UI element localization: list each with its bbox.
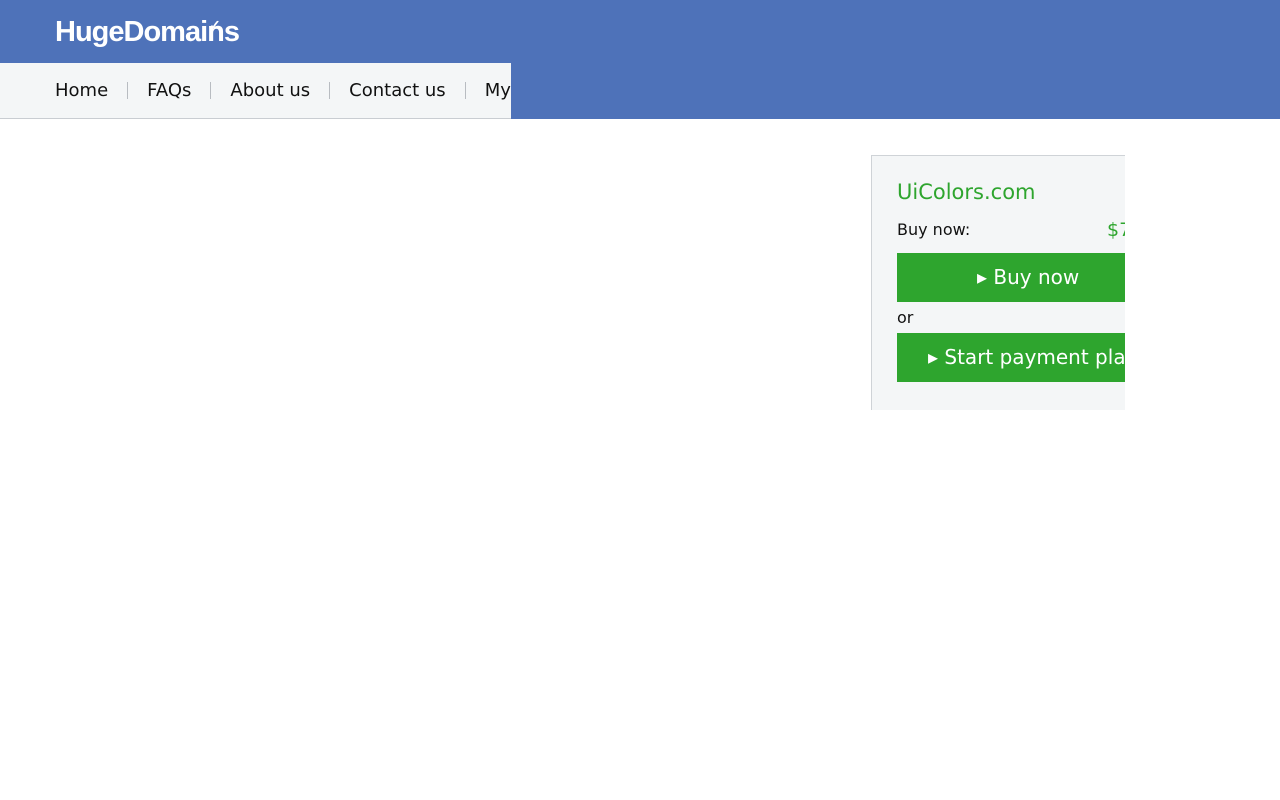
domain-name: UiColors.com [897, 180, 1036, 204]
checkmark-icon: ✓ [209, 17, 221, 33]
main-nav: Home FAQs About us Contact us My ac [0, 63, 511, 119]
nav-faqs[interactable]: FAQs [147, 80, 191, 101]
nav-about-us[interactable]: About us [230, 80, 310, 101]
price: $7 [1107, 219, 1125, 241]
nav-my-account[interactable]: My ac [485, 80, 511, 101]
buy-now-label: Buy now: [897, 220, 971, 239]
nav-home[interactable]: Home [55, 80, 108, 101]
buy-now-button[interactable]: ▸ Buy now [897, 253, 1125, 302]
start-payment-plan-button[interactable]: ▸ Start payment plan [897, 333, 1125, 382]
nav-divider [127, 82, 129, 99]
or-label: or [897, 308, 914, 327]
purchase-card: UiColors.com Buy now: $7 ▸ Buy now or ▸ … [871, 155, 1125, 410]
nav-divider [210, 82, 212, 99]
nav-divider [329, 82, 331, 99]
hugedomains-logo[interactable]: HugeDomains ✓ [55, 14, 240, 50]
nav-contact-us[interactable]: Contact us [349, 80, 446, 101]
nav-divider [464, 82, 466, 99]
